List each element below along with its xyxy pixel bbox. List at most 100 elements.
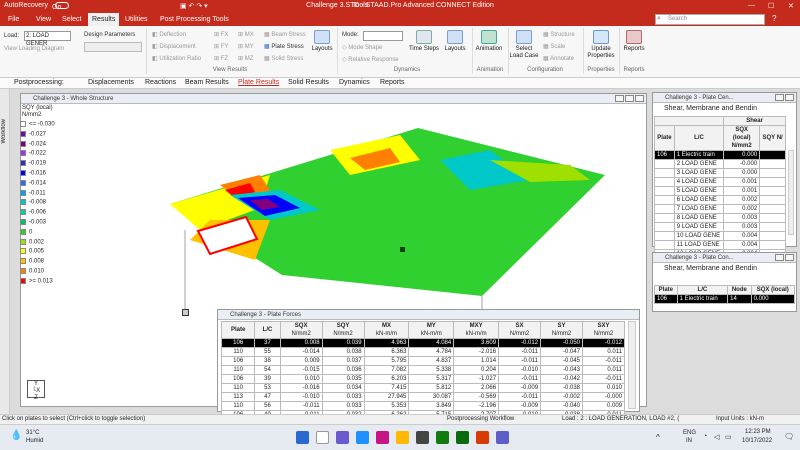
post-tab-displacements[interactable]: Displacements	[88, 79, 134, 86]
table-row[interactable]: 5 LOAD GENE 0.001	[654, 186, 786, 196]
forces-col-header[interactable]: Plate	[220, 321, 256, 339]
table-row[interactable]: 110 53 -0.016 0.034 7.415 5.812 2.066 -0.009 -0.…	[220, 383, 625, 393]
relative-response-button[interactable]: ◇ Relative Response	[342, 56, 399, 63]
corner-tab[interactable]: Shear, Membrane and Bendin	[654, 265, 795, 272]
status-workflow[interactable]: Postprocessing Workflow	[447, 416, 514, 422]
reports-button[interactable]: Reports	[620, 30, 648, 53]
plate-forces-table[interactable]: Plate L/C SQX N/mm2 SQY N/mm2 MX kN-m/m MY kN-m/m…	[220, 321, 625, 420]
forces-col-header[interactable]: MXY kN-m/m	[453, 321, 500, 339]
solid-stress-button[interactable]: ▦ Solid Stress	[264, 55, 303, 62]
battery-icon[interactable]: ▭	[725, 433, 732, 441]
layouts-button[interactable]: Layouts	[310, 30, 334, 53]
mode-shape-button[interactable]: ◇ Mode Shape	[342, 44, 382, 51]
volume-icon[interactable]: ◁	[714, 433, 719, 441]
wifi-icon[interactable]: ◔	[703, 433, 707, 440]
shear-table[interactable]: Shear Plate L/C SQX (local) N/mm2 SQY N/ 10…	[653, 116, 786, 259]
minimize-icon[interactable]: —	[748, 2, 755, 9]
table-row[interactable]: 106 1 Electric train 14 0.000	[654, 294, 796, 304]
table-row[interactable]: 8 LOAD GENE 0.003	[654, 213, 786, 223]
table-row[interactable]: 3 LOAD GENE 0.000	[654, 168, 786, 178]
help-icon[interactable]: ?	[772, 14, 776, 23]
forces-col-header[interactable]: L/C	[254, 321, 281, 339]
maximize-icon[interactable]: ☐	[768, 2, 774, 10]
deflection-button[interactable]: ◧ Deflection	[152, 31, 186, 38]
mx-button[interactable]: ⊞ MX	[238, 31, 254, 38]
table-row[interactable]: 11 LOAD GENE 0.004	[654, 240, 786, 250]
design-parameters-dropdown[interactable]	[84, 42, 142, 52]
forces-col-header[interactable]: SQY N/mm2	[321, 321, 365, 339]
shear-window-controls[interactable]	[774, 94, 794, 102]
forces-col-header[interactable]: SXY N/mm2	[582, 321, 625, 339]
store-icon[interactable]	[416, 431, 429, 444]
plate-forces-scrollbar[interactable]	[628, 321, 636, 409]
tab-post-processing-tools[interactable]: Post Processing Tools	[156, 13, 233, 26]
structure-window-controls[interactable]	[614, 95, 644, 103]
tab-utilities[interactable]: Utilities	[121, 13, 152, 26]
teams-icon[interactable]	[496, 431, 509, 444]
search-icon[interactable]	[316, 431, 329, 444]
task-view-icon[interactable]	[336, 431, 349, 444]
table-row[interactable]: 2 LOAD GENE -0.000	[654, 159, 786, 169]
language-line1[interactable]: ENG	[683, 430, 696, 436]
post-tab-reactions[interactable]: Reactions	[145, 79, 176, 86]
dynamics-layouts-button[interactable]: Layouts	[442, 30, 468, 53]
structure-button[interactable]: ▦ Structure	[543, 31, 575, 38]
time-steps-button[interactable]: Time Steps	[407, 30, 441, 53]
table-row[interactable]: 110 56 -0.011 0.033 5.353 3.849 -2.196 -0.009 -0…	[220, 401, 625, 411]
fz-button[interactable]: ⊞ FZ	[214, 55, 228, 62]
tab-file[interactable]: File	[4, 13, 23, 26]
table-row[interactable]: 9 LOAD GENE 0.003	[654, 222, 786, 232]
autorecovery-toggle[interactable]: On	[52, 2, 69, 11]
tab-select[interactable]: Select	[58, 13, 85, 26]
table-row[interactable]: 110 54 -0.015 0.036 7.082 5.338 0.204 -0.010 -0.…	[220, 365, 625, 375]
tab-results[interactable]: Results	[88, 13, 120, 26]
post-tab-plate-results[interactable]: Plate Results	[238, 79, 279, 86]
view-loading-diagram-button[interactable]: View Loading Diagram	[4, 46, 64, 52]
weather-temp[interactable]: 31°C	[26, 430, 39, 436]
start-icon[interactable]	[296, 431, 309, 444]
table-row[interactable]: 106 38 0.009 0.037 5.795 4.837 1.014 -0.011 -0.0…	[220, 356, 625, 366]
quick-access-save-icon[interactable]: ▣ ↶ ↷ ▾	[180, 2, 208, 10]
displacement-button[interactable]: ◧ Displacement	[152, 43, 196, 50]
update-properties-button[interactable]: Update Properties	[585, 30, 617, 60]
post-tab-beam-results[interactable]: Beam Results	[185, 79, 229, 86]
file-explorer-icon[interactable]	[396, 431, 409, 444]
tab-view[interactable]: View	[32, 13, 55, 26]
table-row[interactable]: 7 LOAD GENE 0.002	[654, 204, 786, 214]
node-marker[interactable]	[400, 247, 405, 252]
post-tab-dynamics[interactable]: Dynamics	[339, 79, 370, 86]
beam-stress-button[interactable]: ▦ Beam Stress	[264, 31, 306, 38]
forces-col-header[interactable]: SQX N/mm2	[279, 321, 323, 339]
post-tab-reports[interactable]: Reports	[380, 79, 405, 86]
table-row[interactable]: 110 55 -0.014 0.038 6.363 4.784 -2.016 -0.011 -0…	[220, 347, 625, 357]
powerpoint-icon[interactable]	[476, 431, 489, 444]
forces-col-header[interactable]: SX N/mm2	[498, 321, 542, 339]
select-load-case-button[interactable]: Select Load Case	[509, 30, 539, 60]
search-input[interactable]: Search	[655, 14, 765, 25]
support-node[interactable]	[182, 309, 189, 316]
post-tab-solid-results[interactable]: Solid Results	[288, 79, 329, 86]
animation-button[interactable]: Animation	[474, 30, 504, 53]
clock-time[interactable]: 12:23 PM	[745, 429, 771, 435]
shear-table-body[interactable]: 106 1 Electric train 0.000 2 LOAD GENE -0.00…	[654, 150, 786, 259]
xbox-icon[interactable]	[436, 431, 449, 444]
notification-icon[interactable]: 🗨	[784, 432, 794, 441]
forces-col-header[interactable]: MX kN-m/m	[363, 321, 410, 339]
scale-button[interactable]: ▦ Scale	[543, 43, 565, 50]
mz-button[interactable]: ⊞ MZ	[238, 55, 253, 62]
excel-icon[interactable]	[456, 431, 469, 444]
forces-col-header[interactable]: MY kN-m/m	[408, 321, 455, 339]
table-row[interactable]: 106 1 Electric train 0.000	[654, 150, 786, 160]
annotate-button[interactable]: ▦ Annotate	[543, 55, 574, 62]
table-row[interactable]: 106 39 0.010 0.035 6.203 5.317 -1.027 -0.011 -0.…	[220, 374, 625, 384]
corner-window-controls[interactable]	[774, 254, 794, 262]
table-row[interactable]: 113 47 -0.010 0.033 27.945 30.087 -0.569 -0.011…	[220, 392, 625, 402]
mode-dropdown[interactable]	[363, 31, 403, 41]
app-icon[interactable]	[376, 431, 389, 444]
my-button[interactable]: ⊞ MY	[238, 43, 254, 50]
status-units[interactable]: Input Units : kN-m	[716, 416, 764, 422]
fx-button[interactable]: ⊞ FX	[214, 31, 228, 38]
forces-col-header[interactable]: SY N/mm2	[540, 321, 583, 339]
fy-button[interactable]: ⊞ FY	[214, 43, 228, 50]
table-row[interactable]: 4 LOAD GENE 0.001	[654, 177, 786, 187]
